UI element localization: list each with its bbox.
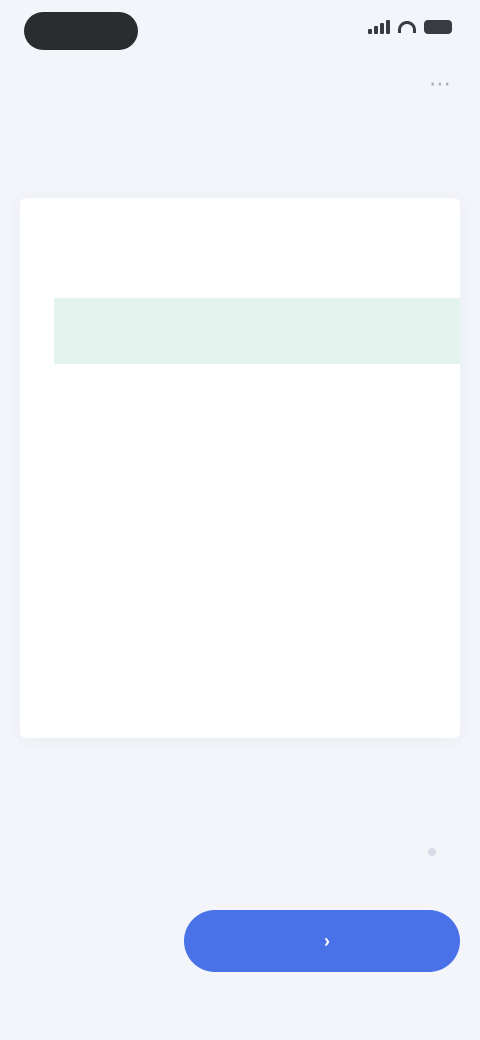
secondary-button[interactable] [20, 912, 160, 970]
footer-actions: › [20, 910, 460, 972]
primary-button[interactable]: › [184, 910, 460, 972]
scroll-indicator [428, 848, 436, 856]
content-card-text-layer [20, 198, 460, 738]
arrow-right-icon: › [324, 930, 330, 951]
status-icons [368, 20, 452, 34]
status-bar [0, 0, 480, 62]
card-content [64, 250, 424, 266]
header: ⋯ [0, 62, 480, 106]
wifi-icon [398, 21, 416, 33]
battery-icon [424, 20, 452, 34]
more-icon[interactable]: ⋯ [426, 70, 454, 98]
signal-icon [368, 20, 390, 34]
status-time [24, 12, 138, 50]
